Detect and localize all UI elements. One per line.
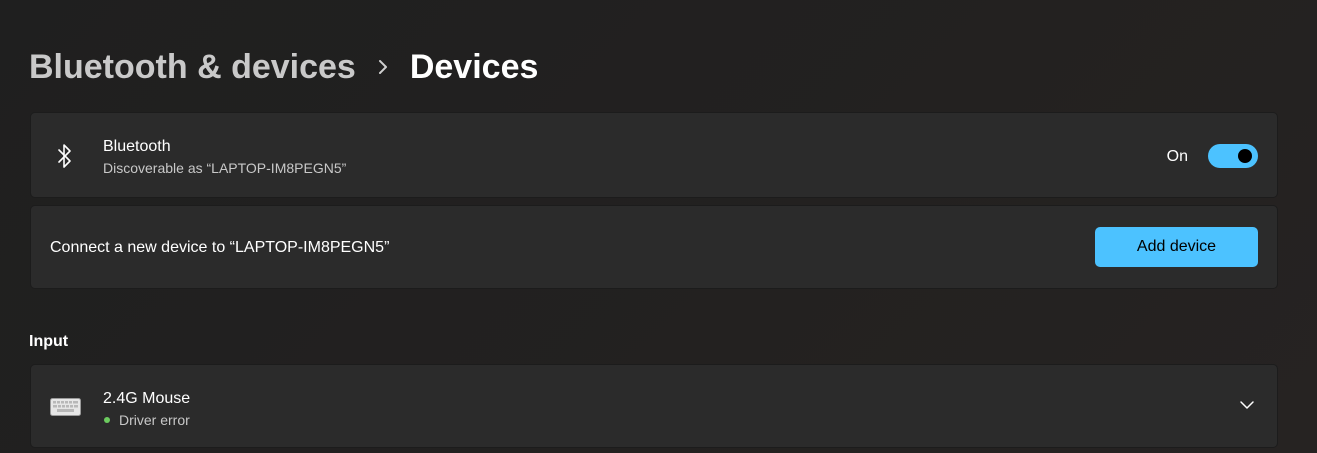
bluetooth-title: Bluetooth [103, 138, 171, 155]
breadcrumb-parent[interactable]: Bluetooth & devices [29, 48, 356, 87]
chevron-right-icon [356, 58, 410, 76]
add-device-button[interactable]: Add device [1095, 227, 1258, 267]
device-status: Driver error [119, 412, 190, 428]
keyboard-icon [50, 398, 81, 416]
bluetooth-icon [53, 142, 77, 170]
bluetooth-toggle-label: On [1166, 148, 1188, 165]
bluetooth-subtitle: Discoverable as “LAPTOP-IM8PEGN5” [103, 160, 347, 176]
page-title: Devices [409, 47, 539, 86]
bluetooth-card: Bluetooth Discoverable as “LAPTOP-IM8PEG… [30, 112, 1278, 198]
status-dot [104, 417, 110, 423]
section-heading-input: Input [29, 333, 69, 350]
device-row[interactable]: 2.4G Mouse Driver error [30, 364, 1278, 448]
add-device-card: Connect a new device to “LAPTOP-IM8PEGN5… [30, 205, 1278, 289]
toggle-knob [1238, 149, 1252, 163]
breadcrumb: Bluetooth & devices Devices [29, 44, 538, 90]
chevron-down-icon[interactable] [1239, 397, 1255, 413]
bluetooth-toggle[interactable] [1208, 144, 1258, 168]
device-name: 2.4G Mouse [103, 390, 191, 407]
add-device-text: Connect a new device to “LAPTOP-IM8PEGN5… [50, 239, 390, 256]
